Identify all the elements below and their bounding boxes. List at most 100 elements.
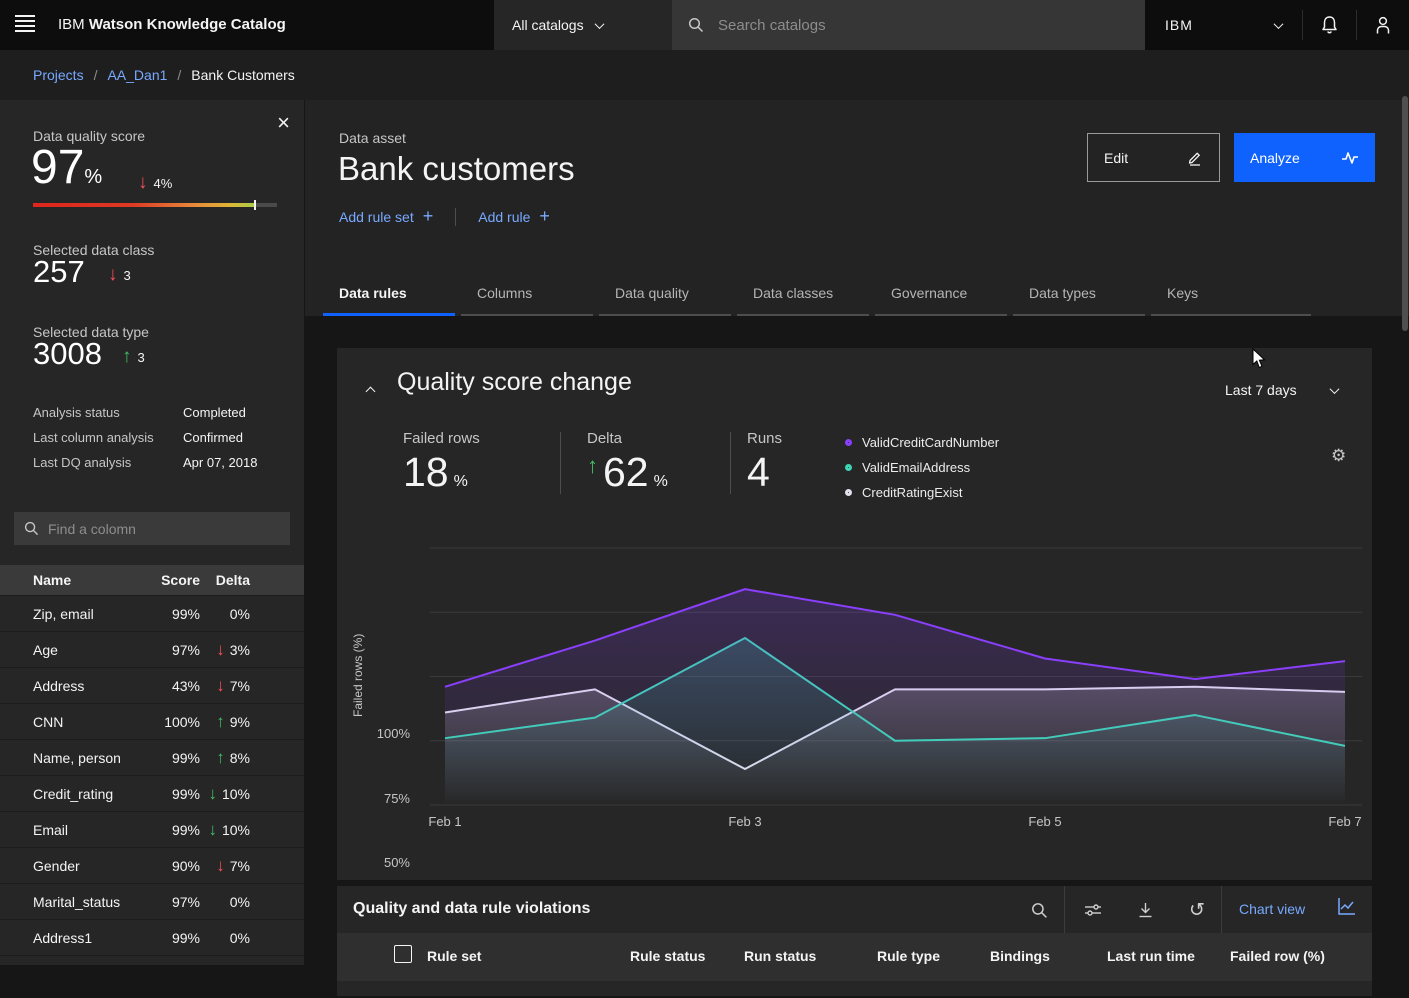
search-button[interactable] bbox=[1023, 894, 1055, 926]
chevron-down-icon bbox=[1274, 19, 1284, 29]
delta-arrow-icon: ↓ bbox=[208, 785, 217, 802]
date-range-dropdown[interactable]: Last 7 days bbox=[1225, 382, 1338, 398]
column-name: Marital_status bbox=[0, 894, 150, 910]
y-axis-ticks: 100%75%50% 25%0 bbox=[337, 534, 415, 824]
delta-arrow-icon: ↑ bbox=[216, 749, 225, 766]
analyze-button[interactable]: Analyze bbox=[1234, 133, 1375, 182]
table-header: Name Score Delta bbox=[0, 565, 304, 595]
column-score-table: Name Score Delta Zip, email99%0%Age97%↓3… bbox=[0, 565, 304, 965]
line-chart: Feb 1Feb 3Feb 5Feb 7 bbox=[430, 534, 1362, 834]
breadcrumb-projects[interactable]: Projects bbox=[33, 67, 84, 83]
user-icon bbox=[1374, 15, 1392, 35]
chevron-down-icon bbox=[594, 19, 604, 29]
tab-data-classes[interactable]: Data classes bbox=[737, 273, 869, 316]
divider bbox=[560, 432, 561, 494]
delta-arrow-icon: ↓ bbox=[216, 857, 225, 874]
asset-tabs: Data rules Columns Data quality Data cla… bbox=[323, 273, 1311, 316]
chart-icon[interactable] bbox=[1337, 897, 1356, 921]
add-rule-link[interactable]: Add rule+ bbox=[478, 206, 550, 228]
asset-header: Data asset Bank customers Add rule set+ … bbox=[305, 100, 1409, 316]
filter-button[interactable] bbox=[1077, 894, 1109, 926]
column-row[interactable]: ↑ bbox=[0, 955, 304, 965]
tab-columns[interactable]: Columns bbox=[461, 273, 593, 316]
delta-arrow-icon: ↓ bbox=[208, 821, 217, 838]
search-icon bbox=[24, 521, 39, 536]
profile-button[interactable] bbox=[1357, 0, 1409, 50]
download-icon bbox=[1137, 902, 1154, 919]
plus-icon: + bbox=[423, 206, 434, 227]
column-row[interactable]: Zip, email99%0% bbox=[0, 595, 304, 631]
column-row[interactable]: CNN100%↑9% bbox=[0, 703, 304, 739]
divider bbox=[455, 208, 456, 226]
column-row[interactable]: Gender90% ↓ 7% bbox=[0, 847, 304, 883]
menu-icon[interactable] bbox=[15, 15, 35, 35]
violations-title: Quality and data rule violations bbox=[353, 900, 590, 918]
data-class-delta: ↓ 3 bbox=[108, 264, 131, 286]
find-column-input[interactable] bbox=[48, 521, 268, 537]
column-row[interactable]: Marital_status97%0% bbox=[0, 883, 304, 919]
reset-icon[interactable]: ↺ bbox=[1181, 894, 1213, 926]
arrow-down-icon: ↓ bbox=[138, 172, 148, 194]
column-row[interactable]: Address199%0% bbox=[0, 919, 304, 955]
stat-delta: Delta ↑ 62 % bbox=[587, 430, 668, 496]
column-score: 97% bbox=[150, 642, 200, 658]
legend-swatch bbox=[845, 489, 852, 496]
column-score: 99% bbox=[150, 930, 200, 946]
add-rule-set-link[interactable]: Add rule set+ bbox=[339, 206, 433, 228]
breadcrumb-separator: / bbox=[94, 67, 98, 83]
column-score: 90% bbox=[150, 858, 200, 874]
column-delta: 7% bbox=[230, 678, 250, 694]
stat-failed-rows: Failed rows 18 % bbox=[403, 430, 480, 496]
column-name: Gender bbox=[0, 858, 150, 874]
data-quality-sidebar: × Data quality score 97% ↓ 4% Selected d… bbox=[0, 100, 304, 965]
account-dropdown[interactable]: IBM bbox=[1145, 0, 1302, 50]
column-delta: 8% bbox=[230, 750, 250, 766]
column-score: 100% bbox=[150, 714, 200, 730]
chart-title: Quality score change bbox=[397, 368, 632, 397]
breadcrumb-current: Bank Customers bbox=[191, 67, 294, 83]
chart-view-toggle[interactable]: Chart view bbox=[1239, 901, 1305, 917]
legend-item[interactable]: ValidEmailAddress bbox=[845, 455, 999, 480]
plus-icon: + bbox=[539, 206, 550, 227]
download-button[interactable] bbox=[1129, 894, 1161, 926]
notifications-button[interactable] bbox=[1303, 0, 1355, 50]
tab-data-quality[interactable]: Data quality bbox=[599, 273, 731, 316]
violations-table-header: Rule set Rule status Run status Rule typ… bbox=[337, 933, 1372, 981]
data-class-value: 257 bbox=[33, 254, 85, 290]
tab-governance[interactable]: Governance bbox=[875, 273, 1007, 316]
gear-icon[interactable]: ⚙ bbox=[1331, 446, 1346, 466]
search-icon bbox=[688, 17, 704, 33]
search-icon bbox=[1031, 902, 1048, 919]
column-row[interactable]: Age97%↓3% bbox=[0, 631, 304, 667]
breadcrumb-separator: / bbox=[177, 67, 181, 83]
breadcrumb-project[interactable]: AA_Dan1 bbox=[107, 67, 167, 83]
select-all-checkbox[interactable] bbox=[394, 945, 412, 963]
quality-score-delta: ↓ 4% bbox=[138, 172, 172, 194]
legend-item[interactable]: ValidCreditCardNumber bbox=[845, 430, 999, 455]
column-delta: 7% bbox=[230, 858, 250, 874]
legend-item[interactable]: CreditRatingExist bbox=[845, 480, 999, 505]
close-icon[interactable]: × bbox=[277, 112, 290, 134]
tab-keys[interactable]: Keys bbox=[1151, 273, 1311, 316]
quality-score-gauge bbox=[33, 203, 277, 207]
column-name: Email bbox=[0, 822, 150, 838]
search-input[interactable] bbox=[718, 17, 1078, 34]
edit-button[interactable]: Edit bbox=[1087, 133, 1220, 182]
gauge-marker bbox=[254, 200, 256, 210]
scrollbar-thumb[interactable] bbox=[1402, 96, 1408, 331]
tab-data-types[interactable]: Data types bbox=[1013, 273, 1145, 316]
svg-text:Feb 3: Feb 3 bbox=[728, 814, 761, 829]
find-column-search[interactable] bbox=[14, 512, 290, 545]
column-row[interactable]: Email99%↓10% bbox=[0, 811, 304, 847]
column-score: 43% bbox=[150, 678, 200, 694]
catalog-filter-dropdown[interactable]: All catalogs bbox=[494, 0, 672, 50]
catalog-search[interactable] bbox=[672, 0, 1145, 50]
column-delta: 0% bbox=[230, 894, 250, 910]
bell-icon bbox=[1320, 15, 1339, 35]
column-row[interactable]: Credit_rating99%↓10% bbox=[0, 775, 304, 811]
collapse-chevron-icon[interactable] bbox=[367, 382, 374, 400]
tab-data-rules[interactable]: Data rules bbox=[323, 273, 455, 316]
quality-score-change-panel: Quality score change Last 7 days Failed … bbox=[337, 348, 1372, 880]
column-row[interactable]: Address43%↓7% bbox=[0, 667, 304, 703]
column-row[interactable]: Name, person99%↑8% bbox=[0, 739, 304, 775]
